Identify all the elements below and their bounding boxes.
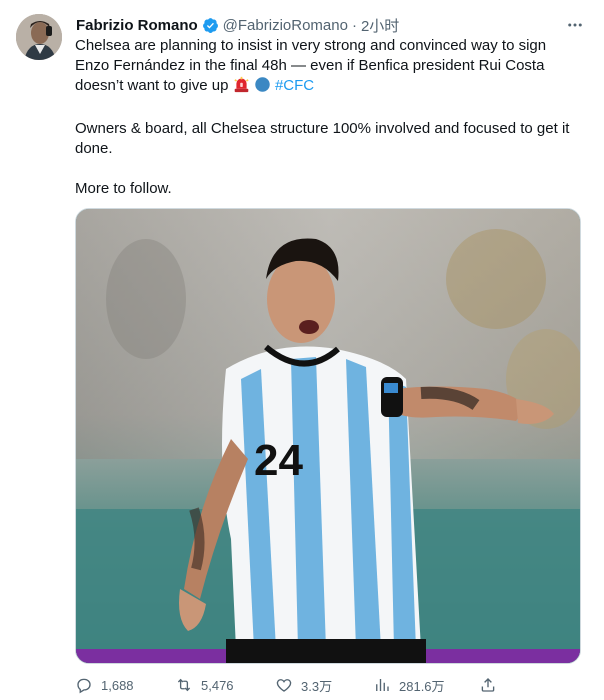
separator-dot: ·: [351, 16, 357, 34]
tweet-paragraph-2: Owners & board, all Chelsea structure 10…: [75, 120, 570, 157]
like-count: 3.3万: [301, 678, 333, 694]
avatar[interactable]: [16, 14, 62, 60]
views-count: 281.6万: [399, 678, 445, 694]
tweet-actions-bar: 1,688 5,476 3.3万 281.6万: [75, 674, 581, 696]
retweet-count: 5,476: [201, 677, 234, 693]
heart-icon: [276, 679, 292, 692]
reply-count: 1,688: [101, 677, 134, 693]
more-horizontal-icon: [568, 23, 582, 27]
author-handle[interactable]: @FabrizioRomano: [223, 17, 348, 34]
retweet-icon: [177, 678, 191, 692]
bar-chart-icon: [376, 679, 389, 691]
author-name[interactable]: Fabrizio Romano: [76, 17, 198, 34]
blue-circle-icon: [255, 77, 270, 92]
like-button[interactable]: 3.3万: [275, 676, 332, 695]
tweet-text: Chelsea are planning to insist in very s…: [75, 36, 575, 199]
verified-badge-icon: [202, 17, 219, 34]
retweet-button[interactable]: 5,476: [175, 676, 234, 694]
views-button[interactable]: 281.6万: [373, 676, 445, 695]
tweet-card[interactable]: Fabrizio Romano @FabrizioRomano · 2小时 Ch…: [0, 0, 604, 700]
reply-button[interactable]: 1,688: [75, 676, 134, 694]
tweet-timestamp[interactable]: 2小时: [361, 15, 399, 36]
tweet-header: Fabrizio Romano @FabrizioRomano · 2小时: [76, 14, 399, 36]
reply-icon: [77, 678, 91, 694]
blue-circle-emoji: 🔵: [254, 76, 271, 99]
share-button[interactable]: [479, 676, 505, 694]
tweet-paragraph-1: Chelsea are planning to insist in very s…: [75, 36, 575, 99]
more-options-button[interactable]: [564, 14, 586, 36]
jersey-number: 24: [254, 436, 303, 485]
tweet-paragraph-3: More to follow.: [75, 180, 172, 197]
hashtag-link[interactable]: #CFC: [275, 77, 314, 94]
siren-icon: [233, 76, 249, 93]
football-player-photo-icon: 24: [76, 209, 580, 663]
tweet-media-image[interactable]: 24: [75, 208, 581, 664]
siren-emoji: 🚨: [233, 76, 250, 99]
avatar-photo-icon: [16, 14, 62, 60]
share-icon: [481, 678, 495, 692]
